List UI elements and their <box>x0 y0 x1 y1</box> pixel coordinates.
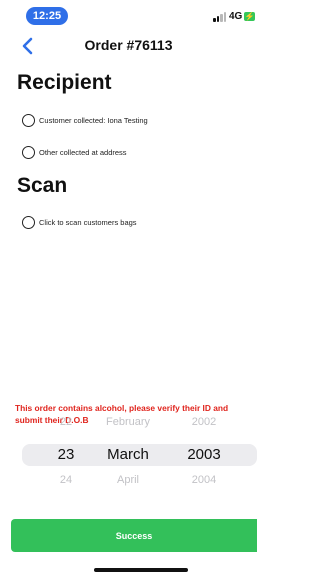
radio-label: Customer collected: Iona Testing <box>39 115 148 125</box>
network-type: 4G <box>229 11 243 22</box>
radio-label: Click to scan customers bags <box>39 217 137 227</box>
signal-icon <box>213 12 227 22</box>
picker-month[interactable]: February <box>88 416 168 428</box>
picker-month-selected[interactable]: March <box>88 446 168 463</box>
home-indicator <box>94 568 188 572</box>
picker-month[interactable]: April <box>88 474 168 486</box>
status-bar: 12:25 4G ⚡ <box>0 0 257 28</box>
battery-charging-icon: ⚡ <box>244 12 255 21</box>
dob-picker[interactable]: 22 February 2002 23 March 2003 24 April … <box>22 416 257 498</box>
radio-circle-icon <box>22 145 35 159</box>
picker-year[interactable]: 2004 <box>174 474 234 486</box>
radio-circle-icon <box>22 215 35 229</box>
nav-bar: Order #76113 <box>0 30 257 62</box>
radio-circle-icon <box>22 113 35 127</box>
picker-year[interactable]: 2002 <box>174 416 234 428</box>
picker-day-selected[interactable]: 23 <box>46 446 86 463</box>
radio-label: Other collected at address <box>39 147 127 157</box>
page-title: Order #76113 <box>84 37 173 53</box>
success-button[interactable]: Success <box>11 519 257 552</box>
picker-row-selected[interactable]: 23 March 2003 <box>22 446 257 466</box>
radio-other-collected[interactable]: Other collected at address <box>22 144 127 160</box>
scan-heading: Scan <box>17 174 68 197</box>
picker-row-prev[interactable]: 22 February 2002 <box>22 416 257 436</box>
radio-scan-bags[interactable]: Click to scan customers bags <box>22 214 137 230</box>
recipient-heading: Recipient <box>17 71 112 94</box>
radio-customer-collected[interactable]: Customer collected: Iona Testing <box>22 112 148 128</box>
picker-day[interactable]: 22 <box>46 416 86 428</box>
picker-day[interactable]: 24 <box>46 474 86 486</box>
status-time: 12:25 <box>26 7 68 25</box>
picker-year-selected[interactable]: 2003 <box>174 446 234 463</box>
picker-row-next[interactable]: 24 April 2004 <box>22 474 257 494</box>
